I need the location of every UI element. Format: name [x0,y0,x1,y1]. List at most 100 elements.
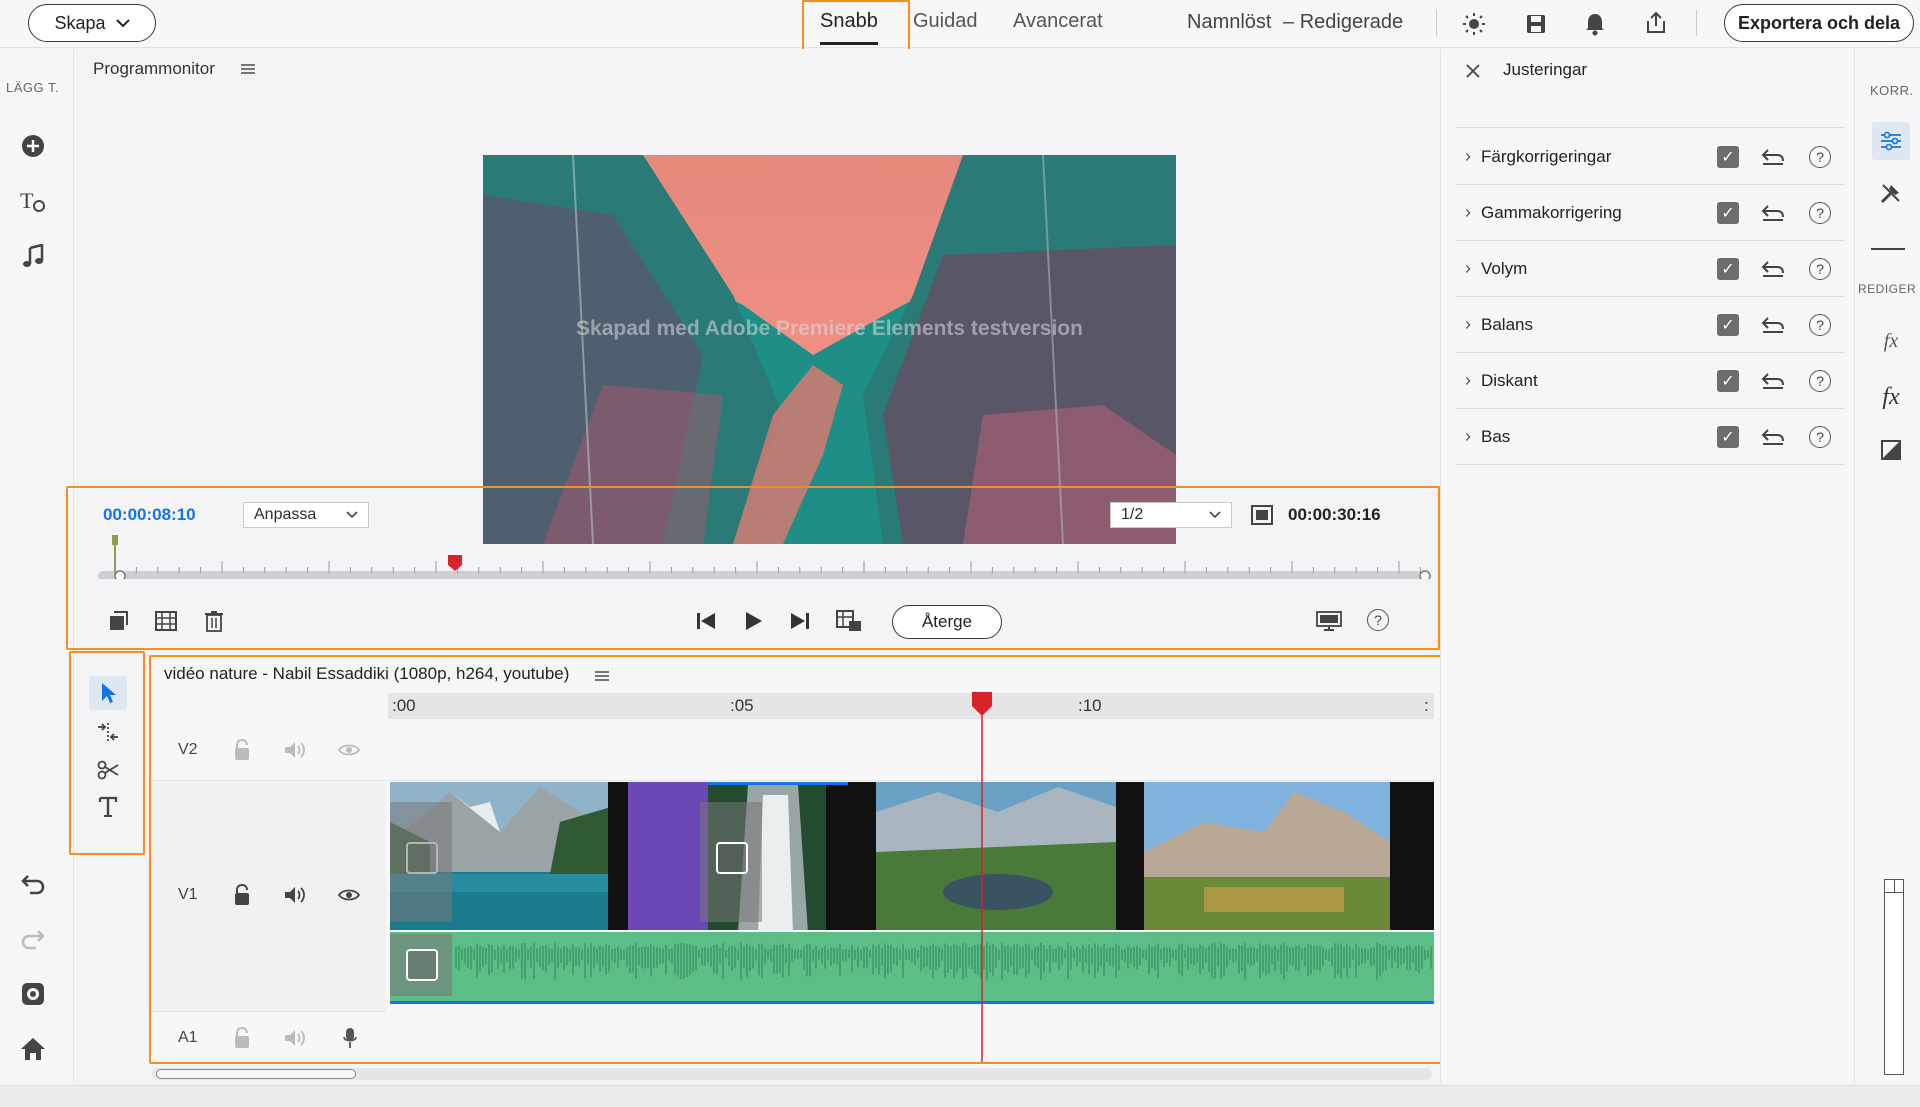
timeline-scrollbar[interactable] [152,1068,1432,1080]
timeline-tools [75,656,145,856]
tab-snabb[interactable]: Snabb [820,10,878,45]
timeline-scroll-thumb[interactable] [156,1069,356,1079]
add-media-icon[interactable] [18,131,48,161]
transition-clip[interactable] [628,782,708,930]
lock-icon[interactable] [230,882,254,908]
enable-checkbox[interactable]: ✓ [1717,201,1739,224]
microphone-icon[interactable] [338,1025,362,1051]
reset-icon[interactable] [1761,316,1785,334]
video-clip-3[interactable] [848,782,1144,930]
chevron-right-icon[interactable]: › [1455,258,1481,279]
track-v2-lane[interactable] [388,721,1434,781]
adj-item-bass[interactable]: › Bas ✓ ? [1455,409,1845,465]
film-frame-icon[interactable] [153,608,179,634]
enable-checkbox[interactable]: ✓ [1717,257,1739,280]
delete-icon[interactable] [201,608,227,634]
speaker-icon[interactable] [282,883,308,907]
go-to-end-icon[interactable] [786,607,814,635]
playhead[interactable] [970,692,994,1062]
undo-icon[interactable] [18,869,48,899]
export-share-button[interactable]: Exportera och dela [1724,4,1914,42]
go-to-start-icon[interactable] [692,607,720,635]
reset-icon[interactable] [1761,148,1785,166]
scissors-icon[interactable] [93,756,123,784]
render-button[interactable]: Återge [892,605,1002,639]
fullscreen-icon[interactable] [1249,502,1275,528]
active-tab-underline [820,42,878,45]
adj-item-volume[interactable]: › Volym ✓ ? [1455,241,1845,297]
copy-clip-icon[interactable] [105,608,131,634]
resolution-dropdown[interactable]: 1/2 [1110,502,1232,528]
fx-applied-icon[interactable]: fx [1875,325,1907,357]
help-icon[interactable]: ? [1809,313,1831,336]
adj-item-treble[interactable]: › Diskant ✓ ? [1455,353,1845,409]
scrub-ruler[interactable] [95,529,1435,579]
chevron-right-icon[interactable]: › [1455,202,1481,223]
chevron-right-icon[interactable]: › [1455,426,1481,447]
lock-icon[interactable] [230,1025,254,1051]
reset-icon[interactable] [1761,204,1785,222]
eye-icon[interactable] [336,739,362,761]
reset-icon[interactable] [1761,372,1785,390]
tools-icon[interactable] [1875,177,1907,209]
audio-effects-badge[interactable] [406,949,438,981]
help-icon[interactable]: ? [1809,145,1831,168]
adjustments-sliders-icon[interactable] [1872,122,1910,160]
track-a1-lane[interactable] [388,1013,1434,1063]
clip-effects-badge-2[interactable] [716,842,748,874]
help-icon[interactable]: ? [1809,257,1831,280]
selection-tool-icon[interactable] [89,676,127,710]
enable-checkbox[interactable]: ✓ [1717,145,1739,168]
home-icon[interactable] [18,1034,48,1064]
fx-effects-icon[interactable]: fx [1875,381,1907,413]
audio-clip[interactable] [390,932,1434,1004]
enable-checkbox[interactable]: ✓ [1717,369,1739,392]
chevron-right-icon[interactable]: › [1455,370,1481,391]
create-button[interactable]: Skapa [28,4,156,42]
music-icon[interactable] [18,241,48,271]
reset-icon[interactable] [1761,260,1785,278]
video-preview[interactable]: Skapad med Adobe Premiere Elements testv… [483,155,1176,544]
brightness-icon[interactable] [1460,10,1488,38]
title-icon[interactable]: T [18,186,48,216]
tab-guidad[interactable]: Guidad [913,10,978,33]
adj-item-gamma[interactable]: › Gammakorrigering ✓ ? [1455,185,1845,241]
video-clip-4[interactable] [1144,782,1434,930]
eye-icon[interactable] [336,884,362,906]
frame-export-icon[interactable] [835,607,863,635]
bell-icon[interactable] [1581,10,1609,38]
save-icon[interactable] [1522,10,1550,38]
chevron-right-icon[interactable]: › [1455,146,1481,167]
fit-dropdown[interactable]: Anpassa [243,502,369,528]
text-tool-icon[interactable] [93,792,123,822]
watermark-text: Skapad med Adobe Premiere Elements testv… [576,317,1083,340]
timeline-menu-icon[interactable] [592,666,612,686]
current-timecode[interactable]: 00:00:08:10 [103,505,196,525]
speaker-icon[interactable] [282,1026,308,1050]
help-icon[interactable]: ? [1809,201,1831,224]
lock-icon[interactable] [230,737,254,763]
chevron-right-icon[interactable]: › [1455,314,1481,335]
play-icon[interactable] [739,607,767,635]
panel-menu-icon[interactable] [238,59,258,79]
timeline-ruler[interactable]: :00 :05 :10 : [388,693,1434,719]
chevron-down-icon [1209,511,1221,519]
redo-icon[interactable] [18,924,48,954]
speaker-icon[interactable] [282,738,308,762]
tab-avancerat[interactable]: Avancerat [1013,10,1103,33]
display-settings-icon[interactable] [1315,607,1343,635]
transitions-icon[interactable] [1877,436,1905,464]
track-v1-lane[interactable] [388,782,1434,1012]
reset-icon[interactable] [1761,428,1785,446]
smart-trim-icon[interactable] [93,718,123,746]
close-icon[interactable] [1461,59,1485,83]
share-icon[interactable] [1642,9,1670,37]
enable-checkbox[interactable]: ✓ [1717,313,1739,336]
adj-item-color-correction[interactable]: › Färgkorrigeringar ✓ ? [1455,129,1845,185]
adj-item-balance[interactable]: › Balans ✓ ? [1455,297,1845,353]
help-icon[interactable]: ? [1367,609,1389,631]
organizer-icon[interactable] [18,979,48,1009]
help-icon[interactable]: ? [1809,369,1831,392]
enable-checkbox[interactable]: ✓ [1717,425,1739,448]
help-icon[interactable]: ? [1809,425,1831,448]
